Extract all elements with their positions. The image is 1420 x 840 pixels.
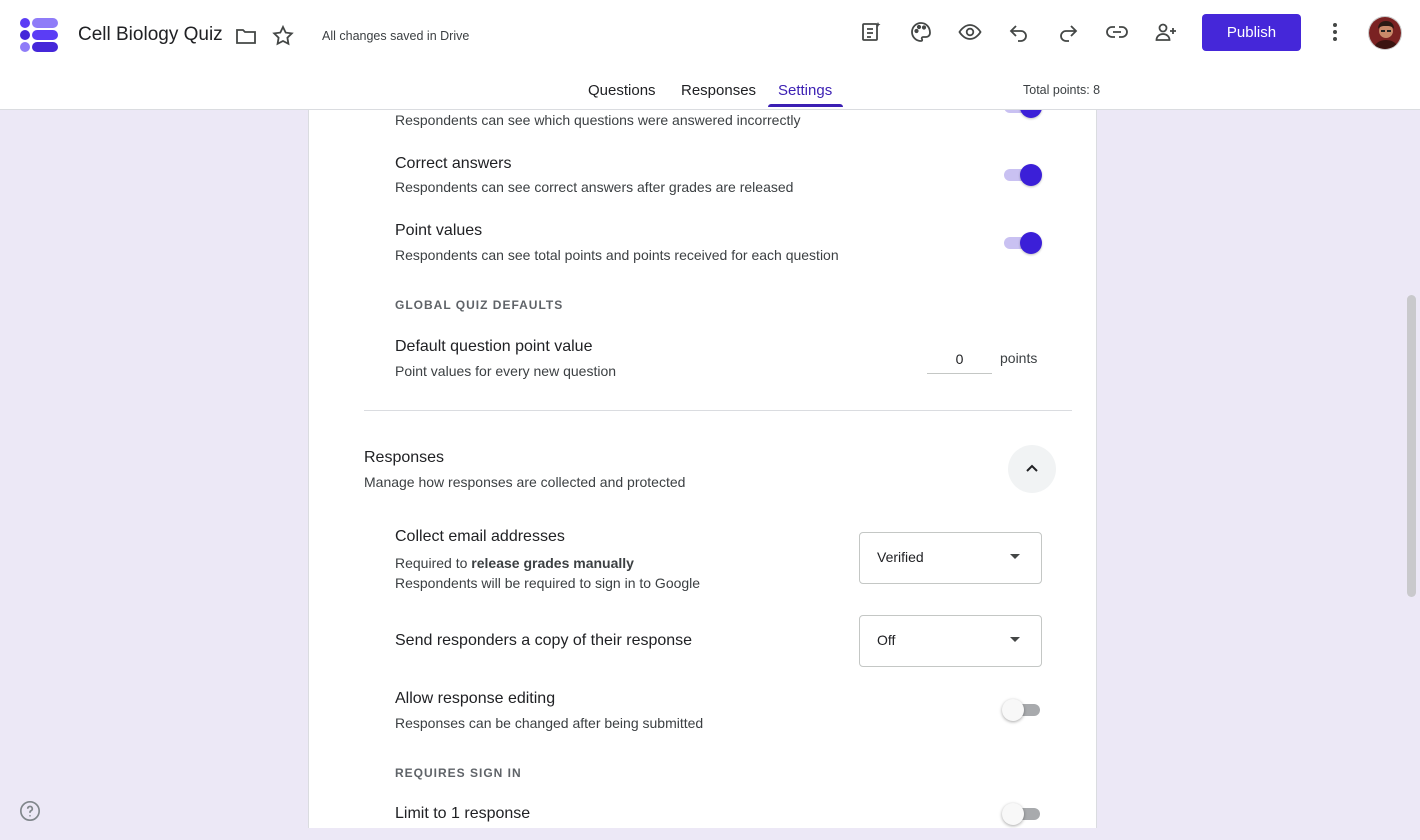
default-point-desc: Point values for every new question [395,363,617,379]
global-quiz-defaults-label: GLOBAL QUIZ DEFAULTS [395,298,564,312]
section-divider [364,410,1072,411]
save-status: All changes saved in Drive [322,29,470,43]
responses-section-desc: Manage how responses are collected and p… [364,474,686,490]
point-values-toggle[interactable] [1002,232,1042,254]
missed-questions-toggle[interactable] [1002,110,1042,118]
avatar[interactable] [1368,16,1402,50]
active-tab-indicator [768,104,843,107]
redo-icon[interactable] [1056,20,1080,44]
point-values-desc: Respondents can see total points and poi… [395,247,839,263]
send-copy-dropdown[interactable]: Off [859,615,1042,667]
undo-icon[interactable] [1007,20,1031,44]
palette-icon[interactable] [909,20,933,44]
default-point-input[interactable] [927,345,992,374]
chevron-up-icon [1026,464,1038,472]
correct-answers-title: Correct answers [395,155,512,172]
dropdown-arrow-icon [1010,637,1020,642]
allow-editing-desc: Responses can be changed after being sub… [395,715,704,731]
page-scrollbar[interactable] [1407,295,1416,597]
responses-section-title: Responses [364,449,445,466]
tab-responses[interactable]: Responses [681,82,756,99]
default-point-title: Default question point value [395,338,593,355]
more-vert-icon[interactable] [1323,20,1347,44]
eye-icon[interactable] [958,20,982,44]
tab-questions[interactable]: Questions [588,82,656,99]
correct-answers-toggle[interactable] [1002,164,1042,186]
link-icon[interactable] [1105,20,1129,44]
release-grades-manually-text: release grades manually [471,555,634,571]
tab-settings[interactable]: Settings [778,82,832,99]
missed-questions-desc: Respondents can see which questions were… [395,112,801,128]
help-icon[interactable] [19,800,41,822]
add-person-icon[interactable] [1154,20,1178,44]
star-icon[interactable] [271,24,295,48]
forms-logo-icon[interactable] [20,16,58,54]
points-unit-label: points [1000,350,1038,366]
collect-email-title: Collect email addresses [395,528,565,545]
collect-email-desc-prefix: Required to [395,555,472,571]
allow-editing-title: Allow response editing [395,690,556,707]
allow-editing-toggle[interactable] [1002,699,1042,721]
document-title[interactable]: Cell Biology Quiz [78,24,223,46]
total-points: Total points: 8 [1023,83,1101,97]
point-values-title: Point values [395,222,483,239]
collect-email-desc2: Respondents will be required to sign in … [395,575,701,591]
dropdown-arrow-icon [1010,554,1020,559]
send-copy-value: Off [877,632,896,648]
collect-email-value: Verified [877,549,924,565]
customize-apply-icon[interactable] [859,20,883,44]
limit-response-toggle[interactable] [1002,803,1042,825]
settings-card: Respondents can see which questions were… [308,110,1097,828]
collect-email-dropdown[interactable]: Verified [859,532,1042,584]
collect-email-desc: Required to release grades manually [395,555,634,571]
collapse-responses-button[interactable] [1008,445,1056,493]
send-copy-title: Send responders a copy of their response [395,632,693,649]
app-header: Cell Biology Quiz All changes saved in D… [0,0,1420,110]
limit-response-title: Limit to 1 response [395,805,531,822]
folder-icon[interactable] [234,24,258,48]
correct-answers-desc: Respondents can see correct answers afte… [395,179,794,195]
requires-sign-in-label: REQUIRES SIGN IN [395,766,522,780]
publish-button[interactable]: Publish [1202,14,1301,51]
